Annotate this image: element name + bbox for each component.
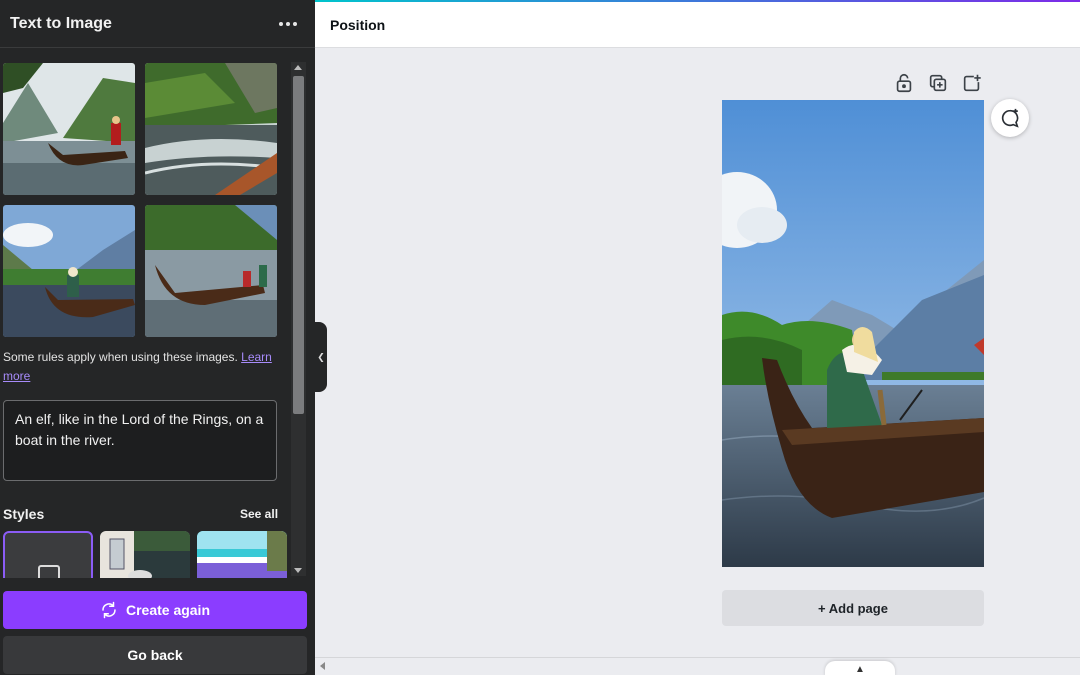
scroll-thumb[interactable] [293, 76, 304, 414]
add-export-icon[interactable] [961, 72, 983, 94]
elf-boat-image[interactable] [722, 100, 984, 567]
panel-scroll-area: Some rules apply when using these images… [0, 48, 315, 578]
refresh-icon [102, 601, 116, 619]
editor-topbar: Position [315, 2, 1080, 48]
prompt-input[interactable]: An elf, like in the Lord of the Rings, o… [3, 400, 277, 481]
create-again-label: Create again [125, 602, 211, 618]
expand-pages-button[interactable]: ▲ [825, 661, 895, 675]
comment-add-icon [1001, 108, 1019, 128]
add-comment-button[interactable] [991, 99, 1029, 137]
panel-header: Text to Image [0, 0, 315, 48]
go-back-button[interactable]: Go back [3, 636, 307, 674]
more-options-button[interactable] [275, 12, 301, 36]
text-to-image-panel: Text to Image Some rules apply when usin… [0, 0, 315, 675]
create-again-button[interactable]: Create again [3, 591, 307, 629]
chevron-left-icon: ❮ [317, 351, 325, 362]
usage-rules-text: Some rules apply when using these images… [3, 348, 283, 386]
more-icon-dot [286, 22, 290, 26]
lock-icon[interactable] [893, 72, 915, 94]
style-none-card[interactable] [3, 531, 93, 578]
rules-text: Some rules apply when using these images… [3, 350, 242, 364]
style-card-vibrant[interactable] [197, 531, 287, 578]
position-button[interactable]: Position [330, 17, 385, 33]
duplicate-icon[interactable] [927, 72, 949, 94]
generated-image-3[interactable] [3, 205, 135, 337]
design-page[interactable] [722, 100, 984, 567]
horizontal-scrollbar[interactable] [315, 657, 1080, 675]
panel-title: Text to Image [10, 15, 112, 32]
more-icon [279, 22, 283, 26]
panel-scrollbar[interactable] [291, 62, 306, 576]
generated-image-4[interactable] [145, 205, 277, 337]
scroll-up-arrow-icon[interactable] [294, 65, 302, 70]
styles-heading: Styles [3, 506, 45, 522]
style-card-photo[interactable] [100, 531, 190, 578]
page-toolbar [893, 72, 983, 94]
generated-image-2[interactable] [145, 63, 277, 195]
scroll-left-arrow-icon[interactable] [320, 662, 325, 670]
collapse-panel-button[interactable]: ❮ [315, 322, 327, 392]
see-all-styles-link[interactable]: See all [240, 507, 278, 521]
more-icon-dot [293, 22, 297, 26]
generated-image-1[interactable] [3, 63, 135, 195]
image-frame-icon [38, 565, 60, 578]
chevron-up-icon: ▲ [855, 663, 865, 675]
add-page-button[interactable]: + Add page [722, 590, 984, 626]
scroll-down-arrow-icon[interactable] [294, 568, 302, 573]
